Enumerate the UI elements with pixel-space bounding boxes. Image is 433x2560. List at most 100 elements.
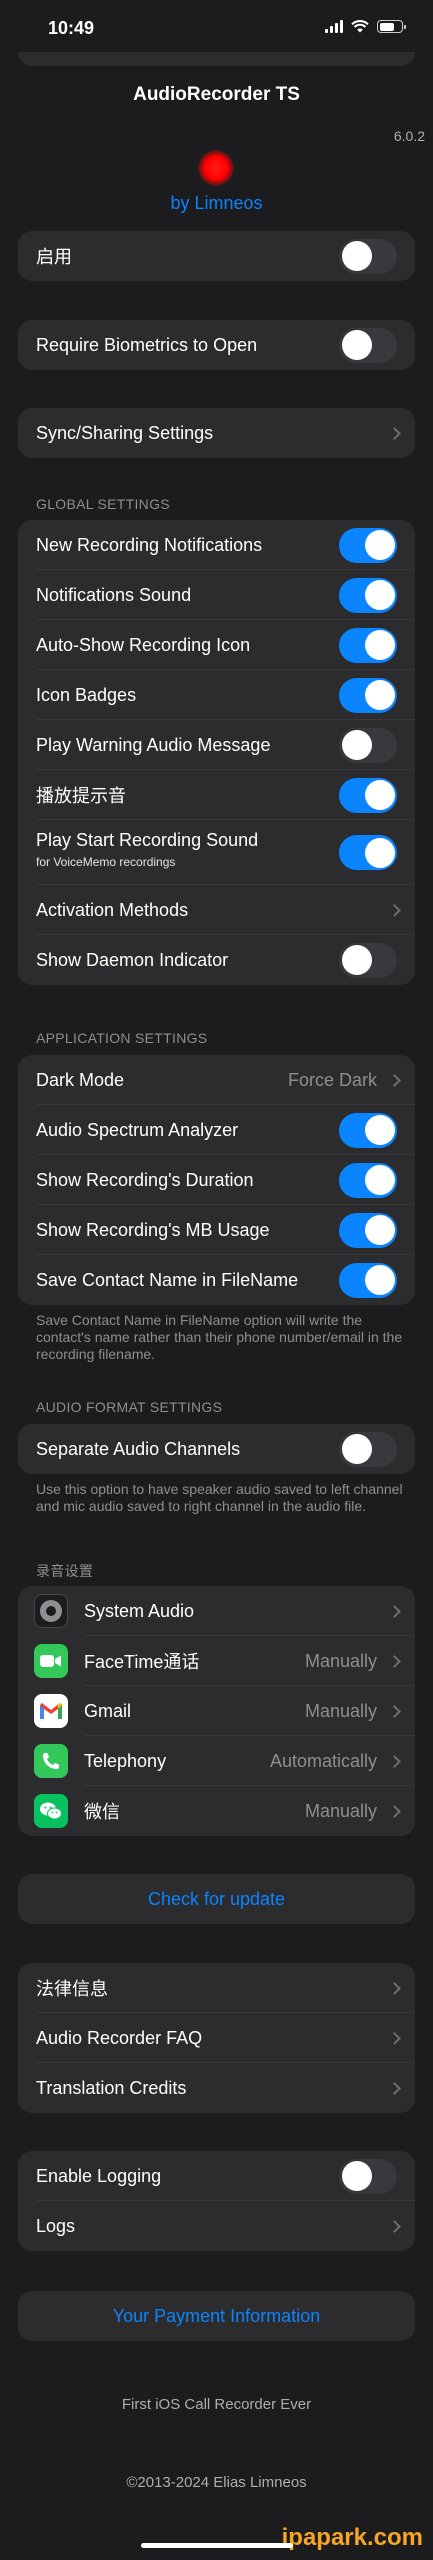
new-recording-notifications-row: New Recording Notifications xyxy=(18,520,415,570)
row-label: Audio Spectrum Analyzer xyxy=(36,1119,239,1140)
show-recording-duration-row: Show Recording's Duration xyxy=(18,1155,415,1205)
facetime-icon xyxy=(34,1644,68,1678)
row-label: Icon Badges xyxy=(36,684,137,705)
chevron-right-icon xyxy=(388,426,401,440)
enable-group: 启用 xyxy=(18,231,415,281)
auto-show-recording-icon-row: Auto-Show Recording Icon xyxy=(18,620,415,670)
enable-logging-row: Enable Logging xyxy=(18,2151,415,2201)
show-recording-mb-usage-toggle[interactable] xyxy=(339,1212,397,1248)
auto-show-recording-icon-toggle[interactable] xyxy=(339,627,397,663)
info-group: 法律信息 Audio Recorder FAQ Translation Cred… xyxy=(18,1963,415,2113)
notifications-sound-row: Notifications Sound xyxy=(18,570,415,620)
row-label: FaceTime通话 xyxy=(84,1652,200,1672)
play-warning-audio-toggle[interactable] xyxy=(339,727,397,763)
telephony-row[interactable]: Telephony Automatically xyxy=(18,1736,415,1786)
row-label: System Audio xyxy=(84,1600,195,1621)
chevron-right-icon xyxy=(388,903,401,917)
logging-group: Enable Logging Logs xyxy=(18,2151,415,2251)
enable-logging-toggle[interactable] xyxy=(339,2158,397,2194)
recording-dot-icon xyxy=(198,150,234,186)
facetime-row[interactable]: FaceTime通话 Manually xyxy=(18,1636,415,1686)
logs-row[interactable]: Logs xyxy=(18,2201,415,2251)
chevron-right-icon xyxy=(388,1654,401,1668)
wechat-icon xyxy=(34,1794,68,1828)
chevron-right-icon xyxy=(388,2081,401,2095)
row-label: Play Start Recording Sound xyxy=(36,830,259,850)
audio-spectrum-analyzer-row: Audio Spectrum Analyzer xyxy=(18,1105,415,1155)
page-title: AudioRecorder TS xyxy=(133,84,300,105)
play-prompt-sound-row: 播放提示音 xyxy=(18,770,415,820)
phone-icon xyxy=(34,1744,68,1778)
show-recording-duration-toggle[interactable] xyxy=(339,1162,397,1198)
watermark: ipapark.com xyxy=(281,2524,423,2551)
row-label: Telephony xyxy=(84,1750,167,1771)
row-label: Activation Methods xyxy=(36,899,189,920)
row-label: 播放提示音 xyxy=(36,786,126,806)
scrolled-cell-peek xyxy=(18,52,415,66)
notifications-sound-toggle[interactable] xyxy=(339,577,397,613)
dark-mode-row[interactable]: Dark Mode Force Dark xyxy=(18,1055,415,1105)
activation-methods-row[interactable]: Activation Methods xyxy=(18,885,415,935)
row-label: Enable Logging xyxy=(36,2165,162,2186)
row-value: Manually xyxy=(304,1800,377,1821)
row-label: Show Recording's Duration xyxy=(36,1169,254,1190)
home-indicator[interactable] xyxy=(141,2543,293,2548)
play-prompt-sound-toggle[interactable] xyxy=(339,777,397,813)
chevron-right-icon xyxy=(388,1704,401,1718)
version-label: 6.0.2 xyxy=(393,128,425,144)
faq-row[interactable]: Audio Recorder FAQ xyxy=(18,2013,415,2063)
chevron-right-icon xyxy=(388,1073,401,1087)
row-label: Translation Credits xyxy=(36,2077,187,2098)
row-label: Play Warning Audio Message xyxy=(36,734,271,755)
save-contact-name-footnote: Save Contact Name in FileName option wil… xyxy=(36,1312,403,1362)
dark-mode-value: Force Dark xyxy=(287,1069,377,1090)
gmail-row[interactable]: Gmail Manually xyxy=(18,1686,415,1736)
row-value: Manually xyxy=(304,1700,377,1721)
biometrics-toggle[interactable] xyxy=(339,327,397,363)
wechat-row[interactable]: 微信 Manually xyxy=(18,1786,415,1836)
chevron-right-icon xyxy=(388,1754,401,1768)
check-for-update-button[interactable]: Check for update xyxy=(18,1874,415,1924)
row-label: Notifications Sound xyxy=(36,584,192,605)
play-start-recording-sound-row: Play Start Recording Sound for VoiceMemo… xyxy=(18,820,415,885)
icon-badges-toggle[interactable] xyxy=(339,677,397,713)
row-label: Separate Audio Channels xyxy=(36,1438,241,1459)
payment-info-button[interactable]: Your Payment Information xyxy=(18,2291,415,2341)
row-label: Show Daemon Indicator xyxy=(36,949,229,970)
legal-info-row[interactable]: 法律信息 xyxy=(18,1963,415,2013)
icon-badges-row: Icon Badges xyxy=(18,670,415,720)
row-sublabel: for VoiceMemo recordings xyxy=(36,855,176,869)
show-daemon-indicator-row: Show Daemon Indicator xyxy=(18,935,415,985)
global-settings-group: New Recording Notifications Notification… xyxy=(18,520,415,985)
separate-audio-channels-row: Separate Audio Channels xyxy=(18,1424,415,1474)
translation-credits-row[interactable]: Translation Credits xyxy=(18,2063,415,2113)
status-time: 10:49 xyxy=(48,18,95,38)
wifi-icon xyxy=(351,20,369,33)
row-label: Auto-Show Recording Icon xyxy=(36,634,251,655)
biometrics-label: Require Biometrics to Open xyxy=(36,334,258,355)
gmail-icon xyxy=(34,1694,68,1728)
new-recording-notifications-toggle[interactable] xyxy=(339,527,397,563)
audio-format-group: Separate Audio Channels xyxy=(18,1424,415,1474)
system-audio-icon xyxy=(34,1594,68,1628)
payment-info-label: Your Payment Information xyxy=(112,2305,321,2326)
author-link[interactable]: by Limneos xyxy=(0,193,433,214)
chevron-right-icon xyxy=(388,1604,401,1618)
save-contact-name-toggle[interactable] xyxy=(339,1262,397,1298)
system-audio-row[interactable]: System Audio xyxy=(18,1586,415,1636)
enable-toggle[interactable] xyxy=(339,238,397,274)
play-start-recording-sound-toggle[interactable] xyxy=(339,835,397,870)
global-settings-header: GLOBAL SETTINGS xyxy=(36,496,170,512)
save-contact-name-row: Save Contact Name in FileName xyxy=(18,1255,415,1305)
sync-sharing-label: Sync/Sharing Settings xyxy=(36,422,214,443)
biometrics-row: Require Biometrics to Open xyxy=(18,320,415,370)
separate-audio-footnote: Use this option to have speaker audio sa… xyxy=(36,1481,403,1514)
show-daemon-indicator-toggle[interactable] xyxy=(339,942,397,978)
chevron-right-icon xyxy=(388,1981,401,1995)
row-label: Show Recording's MB Usage xyxy=(36,1219,270,1240)
separate-audio-channels-toggle[interactable] xyxy=(339,1431,397,1467)
audio-spectrum-analyzer-toggle[interactable] xyxy=(339,1112,397,1148)
copyright: ©2013-2024 Elias Limneos xyxy=(126,2474,307,2491)
sync-sharing-row[interactable]: Sync/Sharing Settings xyxy=(18,408,415,458)
recording-settings-header: 录音设置 xyxy=(36,1563,94,1579)
